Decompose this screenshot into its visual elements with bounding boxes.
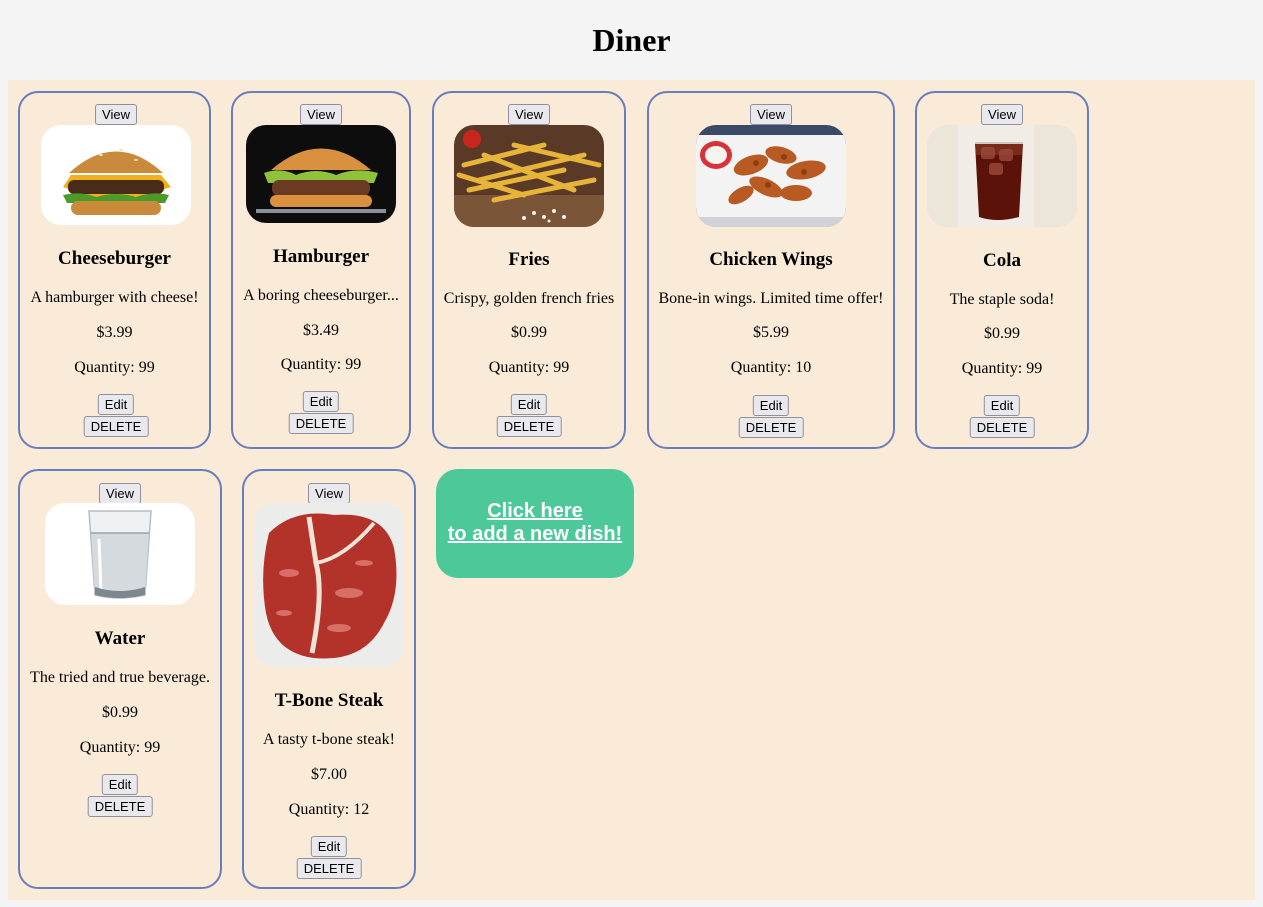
view-button[interactable]: View (508, 104, 550, 125)
quantity-value: 12 (353, 801, 370, 818)
page-title: Diner (592, 22, 671, 58)
dish-card: View T-Bone Steak A tasty t-bone steak! … (242, 469, 416, 889)
dish-price: $0.99 (511, 324, 547, 341)
view-button[interactable]: View (95, 104, 137, 125)
dish-card: View Hamburger A boring cheeseburger... … (231, 91, 411, 449)
add-dish-line2: to add a new dish! (447, 523, 623, 545)
dish-name: Hamburger (272, 246, 370, 267)
dish-description: The tried and true beverage. (30, 669, 210, 686)
edit-button[interactable]: Edit (302, 391, 340, 412)
dish-quantity: Quantity: 12 (244, 800, 414, 820)
edit-button[interactable]: Edit (510, 394, 548, 415)
delete-button[interactable]: DELETE (969, 417, 1035, 438)
hamburger-image (246, 125, 396, 223)
chicken-wings-image (696, 125, 846, 227)
steak-image (254, 503, 404, 667)
quantity-value: 10 (795, 359, 812, 376)
view-button[interactable]: View (981, 104, 1023, 125)
view-button[interactable]: View (308, 483, 350, 504)
quantity-value: 99 (345, 356, 362, 373)
water-image (45, 503, 195, 605)
dish-name: Cola (983, 250, 1021, 271)
dish-card: View Cola The staple soda! $0.99 Quantit… (915, 91, 1089, 449)
dish-card: View Water The tried and true beverage. … (18, 469, 222, 889)
dish-description: A boring cheeseburger... (243, 287, 399, 304)
dish-description: The staple soda! (949, 291, 1055, 308)
edit-button[interactable]: Edit (97, 394, 135, 415)
delete-button[interactable]: DELETE (83, 416, 149, 437)
fries-image (454, 125, 604, 227)
dish-price: $7.00 (311, 766, 347, 783)
dish-description: A tasty t-bone steak! (263, 731, 395, 748)
dish-card: View Fries Crispy, golden french fries $… (432, 91, 626, 449)
edit-button[interactable]: Edit (752, 395, 790, 416)
dish-name: Water (94, 628, 146, 649)
dish-quantity: Quantity: 99 (20, 358, 209, 378)
cola-image (927, 125, 1077, 227)
delete-button[interactable]: DELETE (288, 413, 354, 434)
add-dish-button[interactable]: Click here to add a new dish! (436, 469, 634, 578)
quantity-label: Quantity: (730, 359, 792, 376)
quantity-label: Quantity: (74, 359, 135, 376)
dish-quantity: Quantity: 99 (917, 359, 1087, 379)
dish-quantity: Quantity: 99 (233, 355, 409, 375)
quantity-value: 99 (1026, 360, 1043, 377)
view-button[interactable]: View (300, 104, 342, 125)
delete-button[interactable]: DELETE (296, 858, 362, 879)
dish-quantity: Quantity: 10 (649, 358, 893, 378)
cheeseburger-image (41, 125, 191, 225)
edit-button[interactable]: Edit (101, 774, 139, 795)
dish-price: $3.99 (96, 324, 133, 341)
quantity-label: Quantity: (79, 739, 141, 756)
view-button[interactable]: View (750, 104, 792, 125)
quantity-label: Quantity: (961, 360, 1023, 377)
dish-price: $5.99 (753, 324, 789, 341)
dish-quantity: Quantity: 99 (434, 358, 624, 378)
dish-name: Chicken Wings (709, 249, 833, 270)
quantity-label: Quantity: (280, 356, 342, 373)
dish-name: T-Bone Steak (274, 690, 384, 711)
dish-card: View Chicken Wings Bone-in wings. Limite… (647, 91, 895, 449)
quantity-value: 99 (144, 739, 161, 756)
add-dish-line1: Click here (487, 500, 583, 522)
dish-card: View Cheeseburger A hamburger with chees… (18, 91, 211, 449)
dish-description: Crispy, golden french fries (443, 290, 615, 307)
dish-price: $0.99 (984, 325, 1020, 342)
quantity-value: 99 (553, 359, 570, 376)
dish-description: A hamburger with cheese! (30, 289, 199, 306)
dish-description: Bone-in wings. Limited time offer! (658, 290, 884, 307)
quantity-label: Quantity: (488, 359, 550, 376)
quantity-label: Quantity: (288, 801, 350, 818)
dish-price: $3.49 (303, 322, 339, 339)
delete-button[interactable]: DELETE (738, 417, 804, 438)
edit-button[interactable]: Edit (310, 836, 348, 857)
delete-button[interactable]: DELETE (496, 416, 562, 437)
edit-button[interactable]: Edit (983, 395, 1021, 416)
view-button[interactable]: View (99, 483, 141, 504)
dish-quantity: Quantity: 99 (20, 738, 220, 758)
dish-name: Cheeseburger (58, 248, 171, 269)
dish-price: $0.99 (102, 704, 138, 721)
quantity-value: 99 (138, 359, 155, 376)
dish-name: Fries (508, 249, 550, 270)
delete-button[interactable]: DELETE (87, 796, 153, 817)
